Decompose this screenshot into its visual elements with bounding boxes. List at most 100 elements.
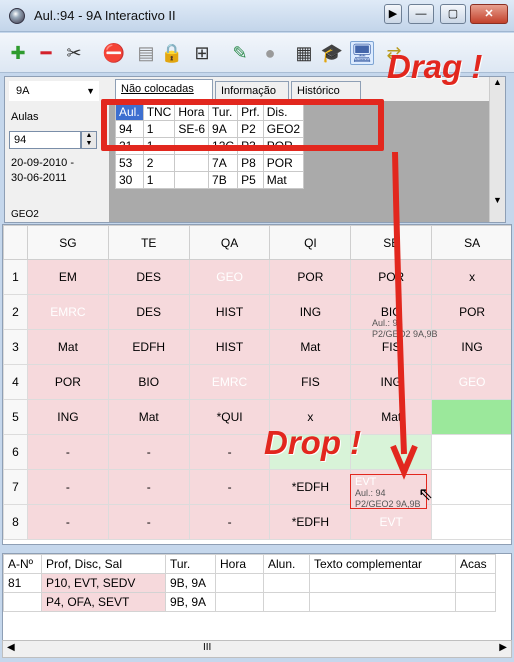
scroll-right-icon[interactable]: ▶ [499,642,507,653]
lesson-cell[interactable]: HIST [188,329,271,365]
lesson-cell[interactable] [350,434,433,470]
remove-icon[interactable]: ━ [34,41,58,65]
column-header[interactable]: TNC [142,103,176,121]
close-button[interactable]: ✕ [470,4,508,24]
table-row[interactable]: 94 1 SE-6 9A P2 GEO2 [115,120,305,138]
lesson-cell[interactable]: DES [107,259,190,295]
lesson-cell[interactable] [431,504,511,540]
lesson-cell[interactable]: Mat [27,329,109,365]
tab-nao-colocadas[interactable]: Não colocadas [115,79,213,101]
column-header[interactable]: Prf. [237,103,264,121]
lesson-cell[interactable]: GEO [188,259,271,295]
lesson-cell[interactable]: EMRC [188,364,271,400]
table-row[interactable]: 81 P10, EVT, SEDV 9B, 9A [3,573,496,593]
vertical-scrollbar[interactable]: ▲ ▼ [489,77,505,222]
column-header[interactable]: Alun. [263,554,310,574]
lesson-cell[interactable]: BIO [107,364,190,400]
lesson-cell[interactable]: FIS [269,364,352,400]
lessons-table: Aul. TNC Hora Tur. Prf. Dis. 94 1 SE-6 9… [115,103,305,189]
lesson-cell[interactable]: - [107,434,190,470]
cancel-document-icon[interactable]: ⛔ [102,41,126,65]
lesson-cell[interactable]: - [27,504,109,540]
lesson-cell[interactable]: Mat [269,329,352,365]
table-cell [174,171,210,189]
table-cell: GEO2 [262,120,305,138]
lesson-cell[interactable]: DES [107,294,190,330]
lesson-cell[interactable]: ING [350,364,433,400]
lesson-cell[interactable]: - [27,434,109,470]
column-header[interactable]: Tur. [165,554,216,574]
lesson-cell[interactable]: - [188,434,271,470]
lesson-cell[interactable] [431,469,511,505]
minimize-button[interactable]: — [408,4,434,24]
lesson-cell[interactable]: - [107,504,190,540]
lesson-cell[interactable]: POR [27,364,109,400]
scissors-icon[interactable]: ✂ [62,41,86,65]
lesson-cell[interactable]: POR [350,259,433,295]
column-header[interactable]: Aul. [115,103,144,121]
period-number: 2 [3,294,28,330]
lesson-cell[interactable] [431,434,511,470]
scroll-up-icon[interactable]: ▲ [490,77,505,87]
lesson-cell[interactable]: EDFH [107,329,190,365]
circle-icon[interactable]: ● [258,41,282,65]
lesson-cell[interactable]: *EDFH [269,469,352,505]
lesson-cell[interactable]: HIST [188,294,271,330]
maximize-button[interactable]: ▢ [440,4,466,24]
column-header[interactable]: Acas [455,554,496,574]
scroll-left-icon[interactable]: ◀ [7,642,15,653]
monitor-palette-icon[interactable]: 🖥 [350,41,374,65]
tab-informacao[interactable]: Informação [215,81,289,101]
grid-icon[interactable]: ⊞ [190,41,214,65]
add-icon[interactable]: ✚ [6,41,30,65]
aulas-input[interactable]: 94 [9,131,81,149]
app-icon [9,8,25,24]
lesson-cell[interactable]: GEO [431,364,511,400]
column-header[interactable]: Tur. [208,103,239,121]
scroll-down-icon[interactable]: ▼ [490,195,505,205]
lesson-cell[interactable]: POR [431,294,511,330]
graduation-cap-icon[interactable]: 🎓 [320,41,344,65]
column-header[interactable]: Texto complementar [309,554,456,574]
lesson-cell[interactable]: *QUI [188,399,271,435]
table-row[interactable]: 30 1 7B P5 Mat [115,171,305,189]
column-header[interactable]: Hora [174,103,210,121]
table-row[interactable]: 21 1 12C P3 POR [115,137,305,155]
horizontal-scrollbar[interactable]: ◀ III ▶ [2,640,512,658]
table-header-row: Aul. TNC Hora Tur. Prf. Dis. [115,103,305,121]
aulas-label: Aulas [11,111,39,123]
column-header[interactable]: Hora [215,554,264,574]
paint-icon[interactable]: ✎ [228,41,252,65]
column-header[interactable]: Dis. [262,103,305,121]
lesson-cell[interactable]: ING [431,329,511,365]
column-header[interactable]: A-Nº [3,554,42,574]
calculator-icon[interactable]: ▦ [292,41,316,65]
lesson-cell[interactable] [431,399,511,435]
table-row[interactable]: P4, OFA, SEVT 9B, 9A [3,592,496,612]
column-header[interactable]: Prof, Disc, Sal [41,554,166,574]
lesson-cell[interactable]: ING [27,399,109,435]
ghost-line: P2/GEO2 9A,9B [355,499,421,509]
class-select[interactable]: 9A ▼ [9,81,99,101]
lesson-cell[interactable]: - [188,469,271,505]
lesson-cell[interactable]: - [188,504,271,540]
scroll-thumb[interactable]: III [203,642,211,653]
lesson-cell[interactable]: x [431,259,511,295]
lock-icon[interactable]: 🔒 [160,41,184,65]
lesson-cell[interactable]: POR [269,259,352,295]
lesson-cell[interactable]: EMRC [27,294,109,330]
window-title: Aul.:94 - 9A Interactivo II [34,8,176,23]
lesson-cell[interactable]: EM [27,259,109,295]
aulas-spinner[interactable]: ▲ ▼ [81,131,97,149]
arrow-button[interactable]: ▶ [384,4,402,24]
lesson-cell[interactable]: Mat [107,399,190,435]
lesson-cell[interactable]: Mat [350,399,433,435]
table-row[interactable]: 53 2 7A P8 POR [115,154,305,172]
printer-icon[interactable]: ▤ [134,41,158,65]
lesson-cell[interactable]: ING [269,294,352,330]
tab-historico[interactable]: Histórico [291,81,361,101]
lesson-cell[interactable]: - [107,469,190,505]
lesson-cell[interactable]: *EDFH [269,504,352,540]
lesson-cell[interactable]: - [27,469,109,505]
drop-target-cell[interactable]: EVT Aul.: 94 P2/GEO2 9A,9B [350,474,427,509]
